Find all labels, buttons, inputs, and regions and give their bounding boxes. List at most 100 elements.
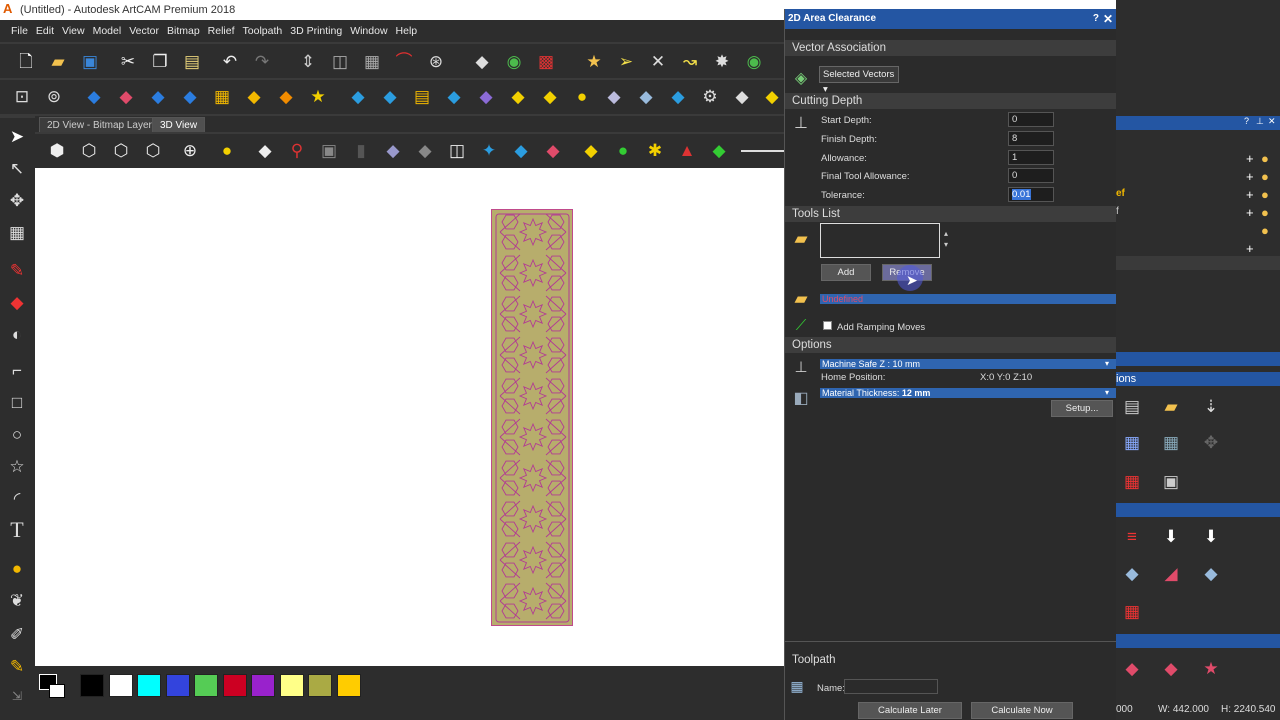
menu-vector[interactable]: Vector bbox=[125, 20, 163, 42]
node-select-icon[interactable]: ↖ bbox=[5, 156, 29, 180]
menu-window[interactable]: Window bbox=[346, 20, 391, 42]
save-icon[interactable]: ▣ bbox=[78, 49, 102, 73]
relief-orange-icon[interactable]: ◆ bbox=[274, 84, 298, 108]
node-edit-icon[interactable]: ✕ bbox=[646, 49, 670, 73]
relief-layers-icon[interactable]: ◆ bbox=[474, 84, 498, 108]
undefined-tool-row[interactable]: Undefined bbox=[820, 294, 1116, 304]
menu-toolpath[interactable]: Toolpath bbox=[239, 20, 287, 42]
relief-red-dot-icon[interactable]: ◆ bbox=[506, 84, 530, 108]
magnet-icon[interactable]: ⌒ bbox=[392, 49, 416, 73]
jali-panel-design[interactable] bbox=[491, 209, 573, 626]
eraser-icon[interactable]: ◆ bbox=[5, 290, 29, 314]
tool-folder-icon[interactable]: ▰ bbox=[789, 286, 813, 310]
toolpath-folder-icon[interactable]: ▰ bbox=[1159, 394, 1183, 418]
relief-blue-3-icon[interactable]: ◆ bbox=[178, 84, 202, 108]
relief-folder-icon[interactable]: ★ bbox=[306, 84, 330, 108]
grid-icon[interactable]: ▦ bbox=[360, 49, 384, 73]
relief-stripes-icon[interactable]: ▤ bbox=[410, 84, 434, 108]
drawing-canvas[interactable] bbox=[35, 168, 784, 666]
material-chevron-icon[interactable]: ▾ bbox=[1105, 388, 1109, 397]
op-red-mesh-icon[interactable]: ▦ bbox=[1120, 599, 1144, 623]
relief-weave-icon[interactable]: ▦ bbox=[210, 84, 234, 108]
smooth-icon[interactable]: ✐ bbox=[5, 622, 29, 646]
tab-2d-view[interactable]: 2D View - Bitmap Layer bbox=[39, 117, 160, 132]
tab-3d-view[interactable]: 3D View bbox=[152, 117, 206, 132]
help-icon[interactable]: ? bbox=[1093, 9, 1099, 29]
star-layer-icon[interactable]: ✦ bbox=[477, 138, 501, 162]
start-depth-input[interactable]: 0 bbox=[1008, 112, 1054, 127]
zoom-icon[interactable]: ⊕ bbox=[178, 138, 202, 162]
relief-stack-2-icon[interactable]: ◆ bbox=[760, 84, 784, 108]
layer-bulb-icons[interactable]: ● ● ● ● ● bbox=[1261, 150, 1269, 240]
allowance-input[interactable]: 1 bbox=[1008, 150, 1054, 165]
dark-box-icon[interactable]: ▮ bbox=[349, 138, 373, 162]
axis-icon[interactable]: ⚲ bbox=[285, 138, 309, 162]
swatch-light-yellow[interactable] bbox=[280, 674, 304, 697]
add-tool-button[interactable]: Add bbox=[821, 264, 871, 281]
op-stripes-icon[interactable]: ≡ bbox=[1120, 524, 1144, 548]
curve-edit-icon[interactable]: ↝ bbox=[678, 49, 702, 73]
swatch-red[interactable] bbox=[223, 674, 247, 697]
layer-add-icons[interactable]: + + + + + bbox=[1246, 150, 1254, 258]
swatch-white[interactable] bbox=[109, 674, 133, 697]
layer-green-icon[interactable]: ◉ bbox=[502, 49, 526, 73]
wire-icon[interactable]: ◆ bbox=[413, 138, 437, 162]
zoom-fit-icon[interactable]: ⊚ bbox=[42, 84, 66, 108]
arc-icon[interactable]: ◜ bbox=[5, 486, 29, 510]
polyline-icon[interactable]: ⌐ bbox=[5, 358, 29, 382]
op-layers-icon[interactable]: ◆ bbox=[1120, 561, 1144, 585]
background-color[interactable] bbox=[49, 684, 65, 698]
sim-layers-icon[interactable]: ◆ bbox=[1120, 656, 1144, 680]
swatch-cyan[interactable] bbox=[137, 674, 161, 697]
calculate-now-button[interactable]: Calculate Now bbox=[971, 702, 1073, 719]
mesh-icon[interactable]: ▦ bbox=[5, 220, 29, 244]
model-size-icon[interactable]: ⇕ bbox=[296, 49, 320, 73]
final-tool-allowance-input[interactable]: 0 bbox=[1008, 168, 1054, 183]
close-icon[interactable]: ✕ bbox=[1103, 9, 1113, 29]
toolpath-name-input[interactable] bbox=[844, 679, 938, 694]
zoom-extents-icon[interactable]: ⊡ bbox=[10, 84, 34, 108]
fill-color-icon[interactable]: ◆ bbox=[470, 49, 494, 73]
tolerance-input[interactable]: 0.01 bbox=[1008, 187, 1054, 202]
copy-icon[interactable]: ❐ bbox=[148, 49, 172, 73]
sculpt-brush-icon[interactable]: ✎ bbox=[5, 654, 29, 678]
tools-listbox[interactable] bbox=[820, 223, 940, 258]
green-shape-icon[interactable]: ● bbox=[611, 138, 635, 162]
pane-close-icon[interactable]: ✕ bbox=[1268, 116, 1276, 127]
op-down-2-icon[interactable]: ⬇ bbox=[1199, 524, 1223, 548]
toolpath-panel-icon[interactable]: ▦ bbox=[1159, 430, 1183, 454]
layer-red-icon[interactable]: ◆ bbox=[509, 138, 533, 162]
pane-pin-icon[interactable]: ⊥ bbox=[1256, 116, 1264, 127]
select-region-icon[interactable]: ◫ bbox=[445, 138, 469, 162]
menu-file[interactable]: File bbox=[0, 20, 32, 42]
expand-icon[interactable]: ⇲ bbox=[5, 684, 29, 708]
search-star-icon[interactable]: ✱ bbox=[643, 138, 667, 162]
view-front-icon[interactable]: ⬡ bbox=[77, 138, 101, 162]
relief-cube-icon[interactable]: ◆ bbox=[378, 84, 402, 108]
finish-depth-input[interactable]: 8 bbox=[1008, 131, 1054, 146]
rectangle-icon[interactable]: □ bbox=[5, 390, 29, 414]
sim-machine-icon[interactable]: ◆ bbox=[1159, 656, 1183, 680]
layers-download-icon[interactable]: ▩ bbox=[534, 49, 558, 73]
swatch-black[interactable] bbox=[80, 674, 104, 697]
op-down-icon[interactable]: ⬇ bbox=[1159, 524, 1183, 548]
puzzle-icon[interactable]: ▣ bbox=[317, 138, 341, 162]
menu-3d-printing[interactable]: 3D Printing bbox=[286, 20, 346, 42]
menu-edit[interactable]: Edit bbox=[32, 20, 58, 42]
relief-white-icon[interactable]: ◆ bbox=[730, 84, 754, 108]
relief-gear-icon[interactable]: ⚙ bbox=[698, 84, 722, 108]
mirror-icon[interactable]: ◫ bbox=[328, 49, 352, 73]
undo-icon[interactable]: ↶ bbox=[218, 49, 242, 73]
star-burst-icon[interactable]: ✸ bbox=[710, 49, 734, 73]
move-up-icon[interactable]: ▴ bbox=[944, 229, 948, 238]
pencil-icon[interactable]: ✎ bbox=[5, 258, 29, 282]
swatch-green[interactable] bbox=[194, 674, 218, 697]
op-stack-icon[interactable]: ◆ bbox=[1199, 561, 1223, 585]
menu-help[interactable]: Help bbox=[392, 20, 422, 42]
safe-z-bar[interactable]: Machine Safe Z : 10 mm bbox=[820, 359, 1116, 369]
relief-bulb-icon[interactable]: ● bbox=[570, 84, 594, 108]
stacked-layers-icon[interactable]: ◆ bbox=[707, 138, 731, 162]
light-bulb-icon[interactable]: ● bbox=[215, 138, 239, 162]
relief-blue-1-icon[interactable]: ◆ bbox=[82, 84, 106, 108]
menu-relief[interactable]: Relief bbox=[204, 20, 239, 42]
